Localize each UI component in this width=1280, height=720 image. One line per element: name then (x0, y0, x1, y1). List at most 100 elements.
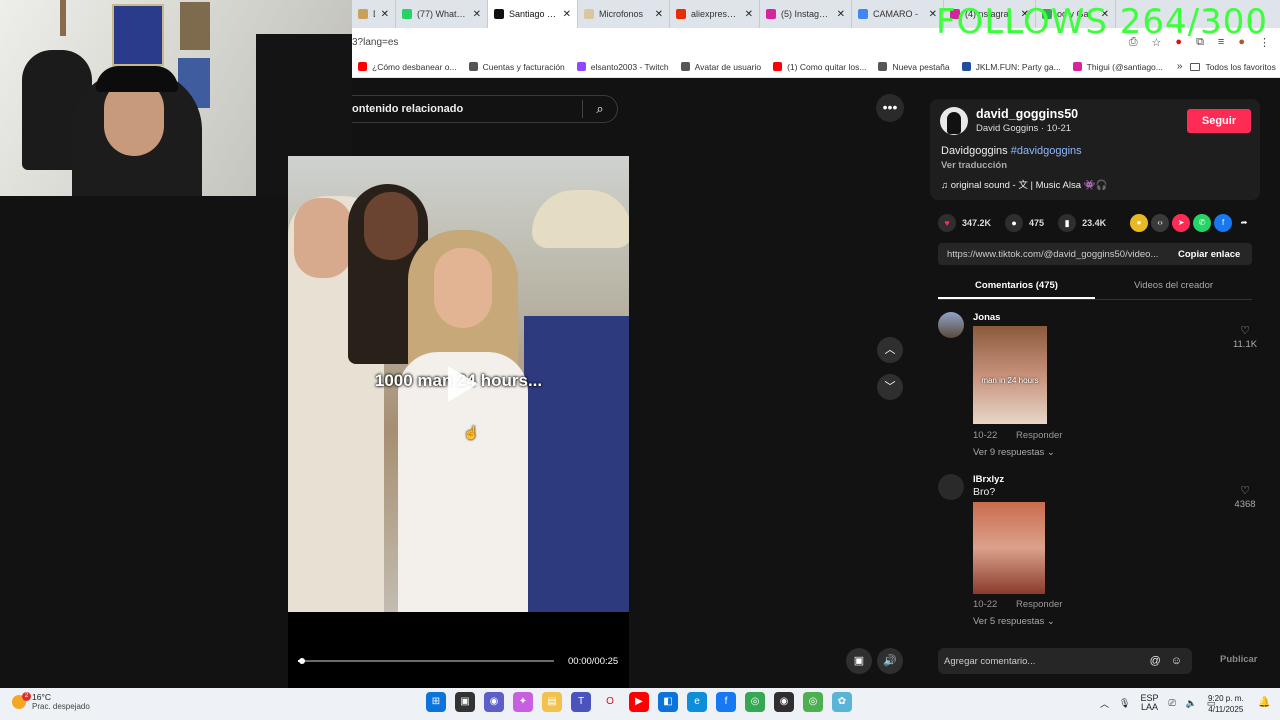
comment-image[interactable]: man in 24 hours (973, 326, 1047, 424)
bookmark-item[interactable]: Avatar de usuario (675, 62, 767, 72)
chrome-icon[interactable]: ◎ (745, 692, 765, 712)
youtube-icon[interactable]: ▶ (629, 692, 649, 712)
hashtag-link[interactable]: #davidgoggins (1011, 145, 1082, 157)
comment-username[interactable]: Jonas (973, 312, 1000, 323)
extensions-icon[interactable]: ⧉ (1196, 36, 1204, 49)
view-replies-link[interactable]: Ver 9 respuestas ⌄ (973, 447, 1055, 458)
reply-link[interactable]: Responder (1016, 599, 1062, 610)
store-icon[interactable]: ◧ (658, 692, 678, 712)
translate-link[interactable]: Ver traducción (941, 160, 1007, 171)
url-text[interactable]: 3?lang=es (352, 37, 1129, 48)
weather-widget[interactable]: 2 16°C Prac. despejado (12, 691, 90, 711)
comment-like[interactable]: ♡ 4368 (1232, 484, 1258, 510)
comment-action[interactable]: ● 475 (1005, 214, 1044, 232)
bookmark-item[interactable]: Nueva pestaña (872, 62, 955, 72)
previous-video-button[interactable]: ︿ (877, 337, 903, 363)
app-icon[interactable]: ✿ (832, 692, 852, 712)
heart-icon[interactable]: ♥ (938, 214, 956, 232)
teams-icon[interactable]: T (571, 692, 591, 712)
play-icon[interactable] (448, 366, 478, 402)
related-search-text[interactable]: ontenido relacionado (352, 103, 582, 115)
comment-image[interactable] (973, 502, 1045, 594)
close-tab-icon[interactable]: ✕ (1101, 9, 1109, 20)
like-action[interactable]: ♥ 347.2K (938, 214, 991, 232)
speaker-icon[interactable]: 🔈 (1186, 698, 1197, 709)
emoji-icon[interactable]: ☺ (1171, 655, 1182, 667)
copy-link-button[interactable]: Copiar enlace (1168, 249, 1240, 260)
obs-icon[interactable]: ◉ (774, 692, 794, 712)
browser-tab[interactable]: CAMARO - ✕ (852, 0, 944, 28)
browser-tab[interactable]: oo y Ga ✕ (1036, 0, 1116, 28)
miniplayer-button[interactable]: ▣ (846, 648, 872, 674)
related-search-bar[interactable]: ontenido relacionado ⌕ (352, 95, 618, 123)
tab-creator-videos[interactable]: Videos del creador (1095, 276, 1252, 299)
reply-link[interactable]: Responder (1016, 430, 1062, 441)
comment-icon[interactable]: ● (1005, 214, 1024, 232)
menu-icon[interactable]: ⋮ (1259, 36, 1270, 49)
more-options-button[interactable]: ••• (876, 94, 904, 122)
bookmark-item[interactable]: (1) Como quitar los... (767, 62, 872, 72)
install-icon[interactable]: ⎙ (1129, 36, 1138, 49)
opera-icon[interactable]: ● (1175, 36, 1182, 48)
heart-outline-icon[interactable]: ♡ (1232, 484, 1258, 497)
bookmark-icon[interactable]: ▮ (1058, 214, 1077, 232)
bookmarks-overflow-icon[interactable]: » (1169, 61, 1191, 72)
creator-avatar[interactable] (940, 107, 968, 135)
notification-bell-icon[interactable]: 🔔 (1258, 697, 1270, 708)
comment-avatar[interactable] (938, 312, 964, 338)
microphone-icon[interactable]: 🎙 (1119, 698, 1130, 709)
heart-outline-icon[interactable]: ♡ (1232, 324, 1258, 337)
close-tab-icon[interactable]: ✕ (655, 9, 663, 20)
comment-like[interactable]: ♡ 11.1K (1232, 324, 1258, 350)
follow-button[interactable]: Seguir (1187, 109, 1251, 133)
bookmark-star-icon[interactable]: ☆ (1152, 36, 1162, 49)
coin-icon[interactable]: ● (1130, 214, 1149, 232)
browser-tab[interactable]: aliexpress.co ✕ (670, 0, 760, 28)
send-icon[interactable]: ➤ (1172, 214, 1191, 232)
chat-icon[interactable]: ◉ (484, 692, 504, 712)
chrome-profile-icon[interactable]: ◎ (803, 692, 823, 712)
browser-tab[interactable]: Santiago Ce ✕ (488, 0, 578, 28)
save-action[interactable]: ▮ 23.4K (1058, 214, 1106, 232)
mention-icon[interactable]: @ (1150, 655, 1161, 667)
embed-icon[interactable]: ‹› (1151, 214, 1170, 232)
sound-name[interactable]: original sound - 文 | Music Alsa 👾🎧 (951, 180, 1108, 191)
browser-tab[interactable]: (5) Instagran ✕ (760, 0, 852, 28)
progress-bar[interactable] (298, 658, 554, 664)
close-tab-icon[interactable]: ✕ (929, 9, 937, 20)
language-indicator[interactable]: ESP LAA (1140, 694, 1158, 712)
close-tab-icon[interactable]: ✕ (1021, 9, 1029, 20)
next-video-button[interactable]: ﹀ (877, 374, 903, 400)
comment-avatar[interactable] (938, 474, 964, 500)
bookmark-item[interactable]: JKLM.FUN: Party ga... (956, 62, 1067, 72)
task-view-icon[interactable]: ▣ (455, 692, 475, 712)
view-replies-link[interactable]: Ver 5 respuestas ⌄ (973, 616, 1055, 627)
volume-button[interactable]: 🔊 (877, 648, 903, 674)
close-tab-icon[interactable]: ✕ (745, 9, 753, 20)
whatsapp-icon[interactable]: ✆ (1193, 214, 1212, 232)
bookmark-item[interactable]: elsanto2003 - Twitch (571, 62, 675, 72)
comment-input-placeholder[interactable]: Agregar comentario... (938, 656, 1150, 667)
taskbar-clock[interactable]: 9:20 p. m. 4/11/2025 (1208, 693, 1244, 715)
bookmark-item[interactable]: Thigui (@santiago... (1067, 62, 1169, 72)
close-tab-icon[interactable]: ✕ (381, 9, 389, 20)
share-icon[interactable]: ➦ (1235, 214, 1254, 232)
edge-icon[interactable]: e (687, 692, 707, 712)
publish-button[interactable]: Publicar (1220, 654, 1258, 665)
browser-tab[interactable]: (77) WhatsA ✕ (396, 0, 488, 28)
profile-icon[interactable]: ● (1238, 36, 1245, 48)
opera-taskbar-icon[interactable]: O (600, 692, 620, 712)
search-icon[interactable]: ⌕ (583, 101, 617, 117)
file-explorer-icon[interactable]: ▤ (542, 692, 562, 712)
facebook-icon[interactable]: f (1214, 214, 1233, 232)
creator-username[interactable]: david_goggins50 (976, 107, 1078, 121)
close-tab-icon[interactable]: ✕ (837, 9, 845, 20)
address-bar[interactable]: 3?lang=es ⎙ ☆ ● ⧉ ≡ ● ⋮ (352, 28, 1280, 56)
bookmark-item[interactable]: ¿Cómo desbanear o... (352, 62, 463, 72)
tab-comments[interactable]: Comentarios (475) (938, 276, 1095, 299)
browser-tab[interactable]: Microfonos ✕ (578, 0, 670, 28)
close-tab-icon[interactable]: ✕ (473, 9, 481, 20)
all-bookmarks-button[interactable]: Todos los favoritos (1190, 62, 1280, 72)
bookmark-item[interactable]: Cuentas y facturación (463, 62, 571, 72)
network-icon[interactable]: ⎚ (1168, 698, 1175, 709)
